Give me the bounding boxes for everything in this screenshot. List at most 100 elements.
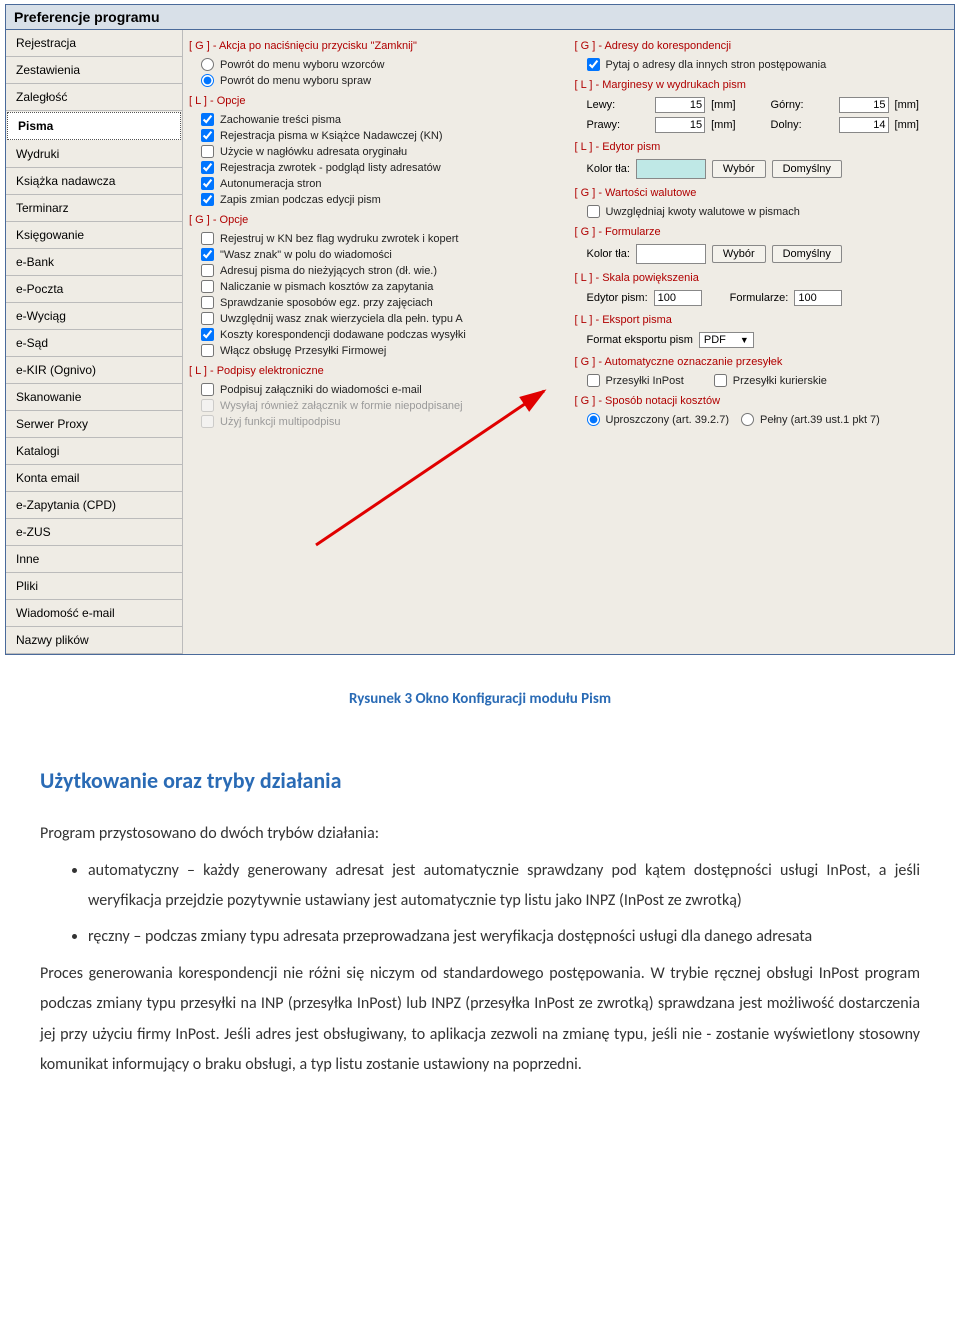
chk-autonumeracja[interactable]: Autonumeracja stron <box>201 177 563 190</box>
chk-uzycie-naglowku[interactable]: Użycie w nagłówku adresata oryginału <box>201 145 563 158</box>
chk-kwoty-walutowe[interactable]: Uwzględniaj kwoty walutowe w pismach <box>587 205 949 218</box>
sidebar-item-13[interactable]: Skanowanie <box>6 384 182 411</box>
chk-rejestruj-bez-flag[interactable]: Rejestruj w KN bez flag wydruku zwrotek … <box>201 232 563 245</box>
sidebar-item-15[interactable]: Katalogi <box>6 438 182 465</box>
unit-gorny: [mm] <box>895 99 948 111</box>
group-podpisy-title: [ L ] - Podpisy elektroniczne <box>187 361 565 379</box>
group-zamknij-title: [ G ] - Akcja po naciśnięciu przycisku "… <box>187 36 565 54</box>
chk-podpisuj-zalaczniki[interactable]: Podpisuj załączniki do wiadomości e-mail <box>201 383 563 396</box>
edytor-domyslny-button[interactable]: Domyślny <box>772 160 842 178</box>
chk-pytaj-adresy[interactable]: Pytaj o adresy dla innych stron postępow… <box>587 58 949 71</box>
chk-koszty-korespondencji[interactable]: Koszty korespondencji dodawane podczas w… <box>201 328 563 341</box>
formularze-color-swatch <box>636 244 706 264</box>
sidebar-item-3[interactable]: Pisma <box>7 112 181 140</box>
gorny-input[interactable] <box>839 97 889 113</box>
dolny-input[interactable] <box>839 117 889 133</box>
gorny-label: Górny: <box>771 99 833 111</box>
skala-edytor-input[interactable] <box>654 290 702 306</box>
chk-przesylki-kurierskie[interactable]: Przesyłki kurierskie <box>714 374 827 387</box>
sidebar-item-14[interactable]: Serwer Proxy <box>6 411 182 438</box>
sidebar-item-19[interactable]: Inne <box>6 546 182 573</box>
group-walutowe-title: [ G ] - Wartości walutowe <box>573 183 951 201</box>
sidebar-item-8[interactable]: e-Bank <box>6 249 182 276</box>
group-adresy-title: [ G ] - Adresy do korespondencji <box>573 36 951 54</box>
unit-dolny: [mm] <box>895 119 948 131</box>
chk-zachowanie-tresci[interactable]: Zachowanie treści pisma <box>201 113 563 126</box>
sidebar: RejestracjaZestawieniaZaległośćPismaWydr… <box>6 30 183 654</box>
group-formularze-title: [ G ] - Formularze <box>573 222 951 240</box>
unit-lewy: [mm] <box>711 99 764 111</box>
sidebar-item-1[interactable]: Zestawienia <box>6 57 182 84</box>
sidebar-item-6[interactable]: Terminarz <box>6 195 182 222</box>
radio-powrot-spraw[interactable]: Powrót do menu wyboru spraw <box>201 74 563 87</box>
edytor-wybor-button[interactable]: Wybór <box>712 160 766 178</box>
sidebar-item-12[interactable]: e-KIR (Ognivo) <box>6 357 182 384</box>
sidebar-item-16[interactable]: Konta email <box>6 465 182 492</box>
radio-pelny[interactable]: Pełny (art.39 ust.1 pkt 7) <box>741 413 880 426</box>
group-opcje-g-title: [ G ] - Opcje <box>187 210 565 228</box>
chk-adresuj-niezyjacych[interactable]: Adresuj pisma do nieżyjących stron (dł. … <box>201 264 563 277</box>
radio-powrot-wzorcow[interactable]: Powrót do menu wyboru wzorców <box>201 58 563 71</box>
group-marginesy-title: [ L ] - Marginesy w wydrukach pism <box>573 75 951 93</box>
modes-list: automatyczny – każdy generowany adresat … <box>40 856 920 953</box>
chk-uwzglednij-wierzyciela[interactable]: Uwzględnij wasz znak wierzyciela dla peł… <box>201 312 563 325</box>
edytor-kolor-label: Kolor tła: <box>587 163 630 175</box>
sidebar-item-22[interactable]: Nazwy plików <box>6 627 182 654</box>
sidebar-item-20[interactable]: Pliki <box>6 573 182 600</box>
dolny-label: Dolny: <box>771 119 833 131</box>
sidebar-item-18[interactable]: e-ZUS <box>6 519 182 546</box>
group-edytor-title: [ L ] - Edytor pism <box>573 137 951 155</box>
group-notacja-title: [ G ] - Sposób notacji kosztów <box>573 391 951 409</box>
formularze-domyslny-button[interactable]: Domyślny <box>772 245 842 263</box>
edytor-color-swatch <box>636 159 706 179</box>
list-item: automatyczny – każdy generowany adresat … <box>88 856 920 917</box>
chk-multipodpis: Użyj funkcji multipodpisu <box>201 415 563 428</box>
sidebar-item-0[interactable]: Rejestracja <box>6 30 182 57</box>
prawy-label: Prawy: <box>587 119 650 131</box>
sidebar-item-7[interactable]: Księgowanie <box>6 222 182 249</box>
lewy-label: Lewy: <box>587 99 650 111</box>
group-eksport-title: [ L ] - Eksport pisma <box>573 310 951 328</box>
sidebar-item-2[interactable]: Zaległość <box>6 84 182 111</box>
skala-edytor-label: Edytor pism: <box>587 292 648 304</box>
prawy-input[interactable] <box>655 117 705 133</box>
chk-rejestracja-kn[interactable]: Rejestracja pisma w Książce Nadawczej (K… <box>201 129 563 142</box>
paragraph-body: Proces generowania korespondencji nie ró… <box>40 959 920 1081</box>
sidebar-item-11[interactable]: e-Sąd <box>6 330 182 357</box>
sidebar-item-9[interactable]: e-Poczta <box>6 276 182 303</box>
chk-sprawdzanie-egz[interactable]: Sprawdzanie sposobów egz. przy zajęciach <box>201 296 563 309</box>
chk-przesylka-firmowa[interactable]: Włącz obsługę Przesyłki Firmowej <box>201 344 563 357</box>
radio-uproszczony[interactable]: Uproszczony (art. 39.2.7) <box>587 413 730 426</box>
sidebar-item-21[interactable]: Wiadomość e-mail <box>6 600 182 627</box>
skala-form-input[interactable] <box>794 290 842 306</box>
left-column: [ G ] - Akcja po naciśnięciu przycisku "… <box>187 36 565 624</box>
paragraph-intro: Program przystosowano do dwóch trybów dz… <box>40 819 920 849</box>
document-body: Rysunek 3 Okno Konfiguracji modułu Pism … <box>40 685 920 1080</box>
figure-caption: Rysunek 3 Okno Konfiguracji modułu Pism <box>40 685 920 714</box>
chk-naliczanie-kosztow[interactable]: Naliczanie w pismach kosztów za zapytani… <box>201 280 563 293</box>
sidebar-item-5[interactable]: Książka nadawcza <box>6 168 182 195</box>
formularze-kolor-label: Kolor tła: <box>587 248 630 260</box>
chk-wasz-znak[interactable]: "Wasz znak" w polu do wiadomości <box>201 248 563 261</box>
preferences-window: Preferencje programu RejestracjaZestawie… <box>5 4 955 655</box>
chk-zapis-zmian[interactable]: Zapis zmian podczas edycji pism <box>201 193 563 206</box>
chk-rejestracja-zwrotek[interactable]: Rejestracja zwrotek - podgląd listy adre… <box>201 161 563 174</box>
sidebar-item-10[interactable]: e-Wyciąg <box>6 303 182 330</box>
skala-form-label: Formularze: <box>730 292 789 304</box>
window-title: Preferencje programu <box>6 5 954 30</box>
section-heading: Użytkowanie oraz tryby działania <box>40 760 920 802</box>
chevron-down-icon: ▼ <box>740 335 749 345</box>
eksport-label: Format eksportu pism <box>587 334 693 346</box>
list-item: ręczny – podczas zmiany typu adresata pr… <box>88 922 920 952</box>
chk-przesylki-inpost[interactable]: Przesyłki InPost <box>587 374 684 387</box>
formularze-wybor-button[interactable]: Wybór <box>712 245 766 263</box>
group-opcje-l-title: [ L ] - Opcje <box>187 91 565 109</box>
sidebar-item-17[interactable]: e-Zapytania (CPD) <box>6 492 182 519</box>
eksport-select[interactable]: PDF ▼ <box>699 332 754 348</box>
group-auto-title: [ G ] - Automatyczne oznaczanie przesyłe… <box>573 352 951 370</box>
right-column: [ G ] - Adresy do korespondencji Pytaj o… <box>573 36 951 624</box>
lewy-input[interactable] <box>655 97 705 113</box>
unit-prawy: [mm] <box>711 119 764 131</box>
chk-wysylaj-niepodpisane: Wysyłaj również załącznik w formie niepo… <box>201 399 563 412</box>
sidebar-item-4[interactable]: Wydruki <box>6 141 182 168</box>
